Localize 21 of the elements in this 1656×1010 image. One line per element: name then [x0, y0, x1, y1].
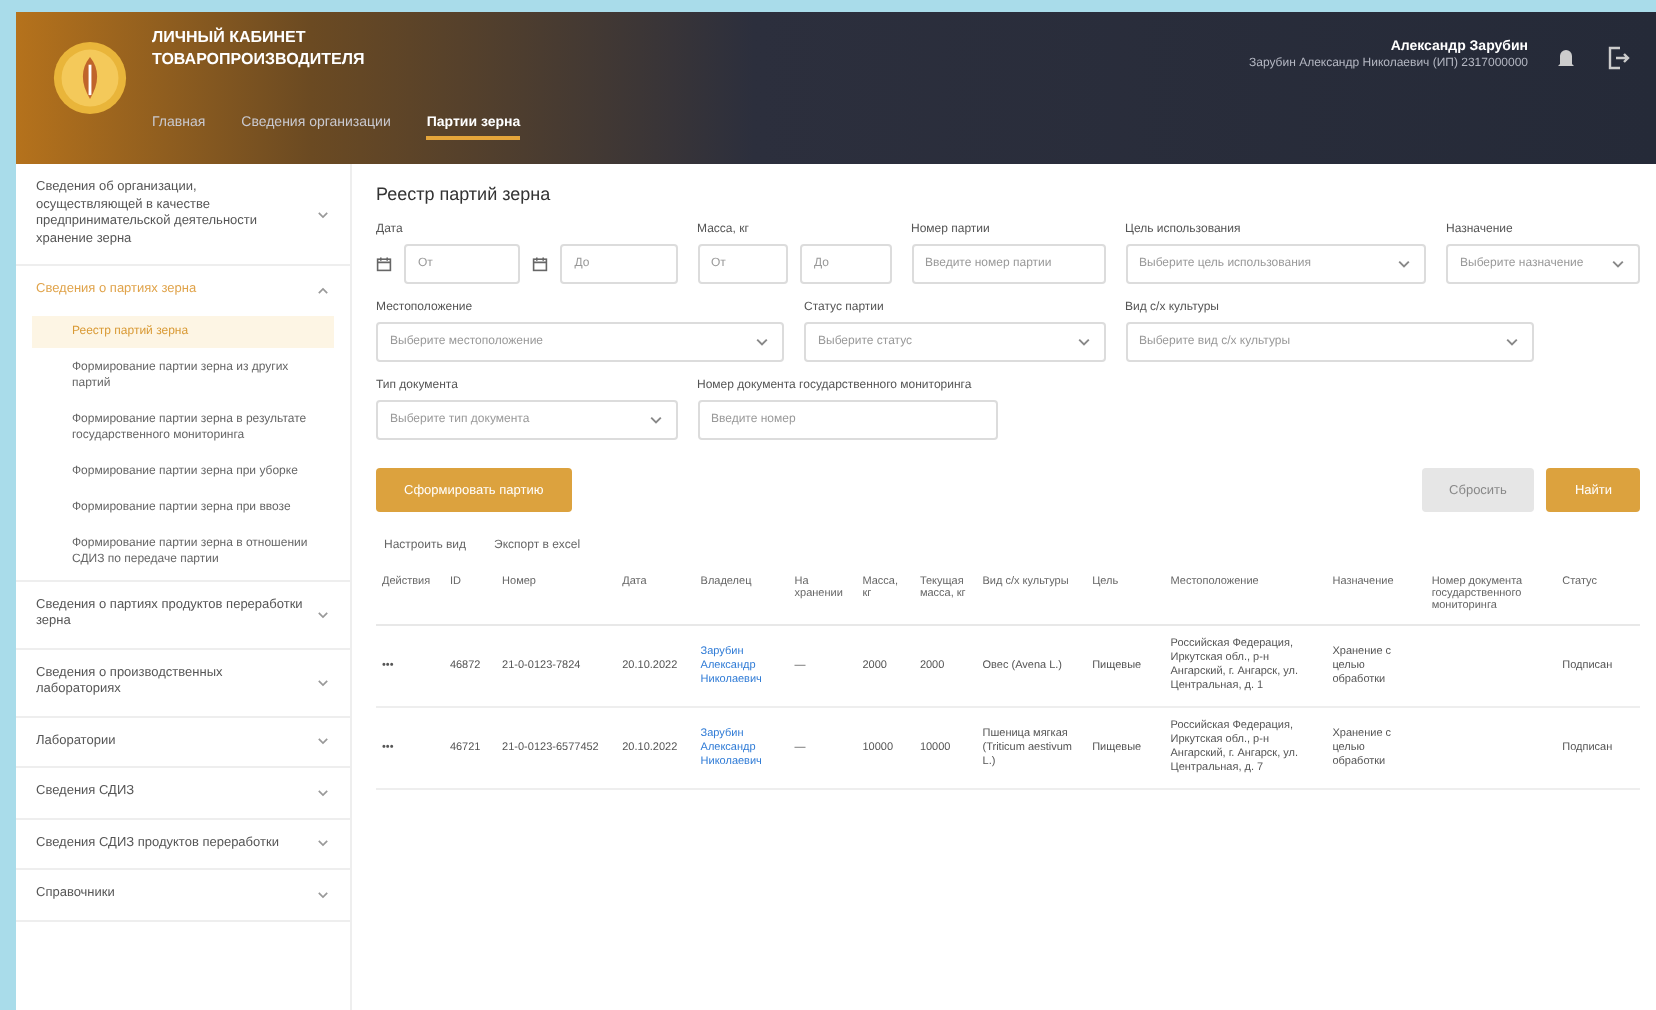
app-title: ТОВАРОПРОИЗВОДИТЕЛЯ — [152, 50, 367, 70]
chevron-icon — [316, 785, 330, 800]
caret-icon — [1075, 334, 1091, 350]
chevron-icon — [316, 283, 330, 298]
caret-icon — [1503, 334, 1519, 350]
chevron-icon — [316, 836, 330, 851]
caret-icon — [1396, 256, 1412, 272]
caret-icon — [647, 412, 663, 428]
chevron-icon — [316, 887, 330, 902]
chevron-icon — [316, 607, 330, 621]
chevron-icon — [316, 675, 330, 689]
caret-icon — [1610, 256, 1626, 272]
chevron-icon — [316, 207, 330, 221]
page-title: Реестр партий зерна — [376, 184, 553, 204]
logo-icon — [52, 40, 128, 116]
caret-icon — [754, 334, 770, 350]
app-title: ЛИЧНЫЙ КАБИНЕТ — [152, 28, 308, 48]
logout-icon[interactable] — [1604, 44, 1632, 72]
calendar-icon — [532, 256, 549, 272]
calendar-icon — [376, 256, 392, 272]
chevron-icon — [316, 734, 330, 749]
